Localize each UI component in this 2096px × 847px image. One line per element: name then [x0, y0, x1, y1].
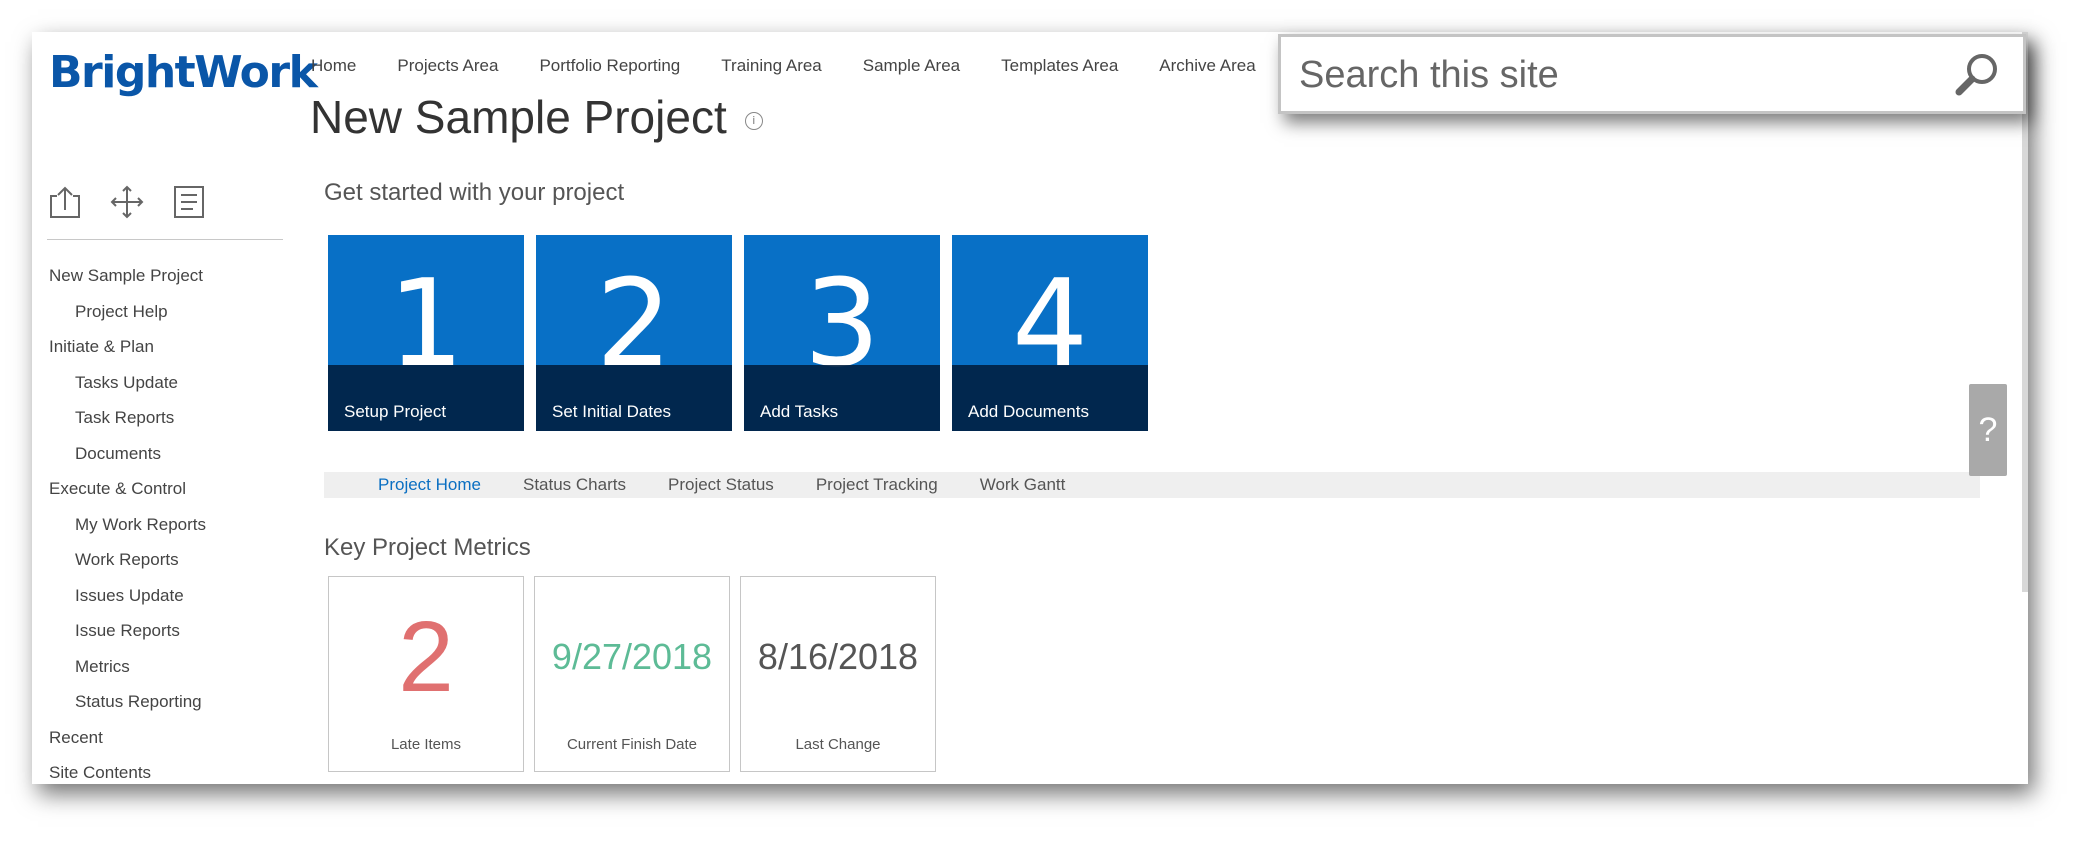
sidebar-item-new-sample-project[interactable]: New Sample Project	[49, 258, 206, 294]
get-started-tiles: 1 Setup Project 2 Set Initial Dates 3 Add Tas…	[328, 235, 1148, 431]
tab-project-tracking[interactable]: Project Tracking	[816, 475, 938, 495]
metric-value: 9/27/2018	[551, 636, 713, 677]
tab-work-gantt[interactable]: Work Gantt	[980, 475, 1066, 495]
info-icon[interactable]: i	[744, 112, 763, 130]
sidebar-item-tasks-update[interactable]: Tasks Update	[49, 365, 206, 401]
top-nav-training-area[interactable]: Training Area	[721, 56, 821, 76]
page-title: New Sample Project	[310, 91, 727, 143]
brightwork-logo[interactable]: BrightWork	[49, 47, 318, 98]
vertical-scrollbar[interactable]	[2022, 32, 2028, 592]
list-icon[interactable]	[171, 184, 207, 220]
tile-add-documents[interactable]: 4 Add Documents	[952, 235, 1148, 431]
sidebar-item-site-contents[interactable]: Site Contents	[49, 755, 206, 784]
sidebar-item-my-work-reports[interactable]: My Work Reports	[49, 507, 206, 543]
tab-project-status[interactable]: Project Status	[668, 475, 774, 495]
sidebar-item-project-help[interactable]: Project Help	[49, 294, 206, 330]
tile-add-tasks[interactable]: 3 Add Tasks	[744, 235, 940, 431]
help-button[interactable]: ?	[1969, 384, 2007, 476]
search-icon[interactable]	[1953, 49, 2003, 99]
sidebar-item-issues-update[interactable]: Issues Update	[49, 578, 206, 614]
tab-project-home[interactable]: Project Home	[378, 475, 481, 495]
page-title-container: New Sample Project i	[310, 90, 763, 144]
metric-value: 8/16/2018	[757, 636, 919, 677]
search-input[interactable]	[1297, 47, 1941, 103]
sharepoint-window: BrightWork Home Projects Area Portfolio Re…	[32, 32, 2028, 784]
metric-card-current-finish-date[interactable]: 9/27/2018 Current Finish Date	[534, 576, 730, 772]
top-navigation: Home Projects Area Portfolio Reporting Trai…	[311, 56, 1297, 76]
tile-set-initial-dates[interactable]: 2 Set Initial Dates	[536, 235, 732, 431]
metric-caption: Late Items	[390, 736, 462, 753]
metric-card-late-items[interactable]: 2 Late Items	[328, 576, 524, 772]
top-nav-home[interactable]: Home	[311, 56, 356, 76]
top-nav-archive-area[interactable]: Archive Area	[1159, 56, 1255, 76]
top-nav-templates-area[interactable]: Templates Area	[1001, 56, 1118, 76]
top-nav-portfolio-reporting[interactable]: Portfolio Reporting	[539, 56, 680, 76]
tile-label: Add Documents	[968, 402, 1089, 421]
metric-value: 2	[398, 600, 454, 713]
sidebar-item-task-reports[interactable]: Task Reports	[49, 400, 206, 436]
sidebar-item-metrics[interactable]: Metrics	[49, 649, 206, 685]
sidebar-item-recent[interactable]: Recent	[49, 720, 206, 756]
tile-label: Setup Project	[344, 402, 447, 421]
key-metrics-heading: Key Project Metrics	[324, 534, 531, 561]
tile-setup-project[interactable]: 1 Setup Project	[328, 235, 524, 431]
tile-label: Set Initial Dates	[552, 402, 672, 421]
move-icon[interactable]	[109, 184, 145, 220]
sidebar-item-work-reports[interactable]: Work Reports	[49, 542, 206, 578]
sidebar-item-documents[interactable]: Documents	[49, 436, 206, 472]
upload-icon[interactable]	[47, 184, 83, 220]
sidebar-item-status-reporting[interactable]: Status Reporting	[49, 684, 206, 720]
metric-card-last-change[interactable]: 8/16/2018 Last Change	[740, 576, 936, 772]
sidebar-item-issue-reports[interactable]: Issue Reports	[49, 613, 206, 649]
tile-label: Add Tasks	[760, 402, 839, 421]
sidebar-item-execute-and-control[interactable]: Execute & Control	[49, 471, 206, 507]
get-started-heading: Get started with your project	[324, 179, 625, 206]
sidebar-item-initiate-and-plan[interactable]: Initiate & Plan	[49, 329, 206, 365]
quick-launch-nav: New Sample Project Project Help Initiate &…	[49, 258, 206, 784]
site-search-box	[1278, 34, 2026, 114]
metric-caption: Last Change	[795, 736, 881, 753]
tab-status-charts[interactable]: Status Charts	[523, 475, 626, 495]
metric-caption: Current Finish Date	[566, 736, 698, 753]
page-toolbar	[47, 184, 207, 220]
dashboard-tab-bar: Project Home Status Charts Project Status P…	[324, 472, 1980, 498]
key-metrics: 2 Late Items 9/27/2018 Current Finish Date 8…	[328, 576, 936, 772]
top-nav-sample-area[interactable]: Sample Area	[863, 56, 960, 76]
sidebar-divider	[47, 239, 283, 240]
top-nav-projects-area[interactable]: Projects Area	[397, 56, 498, 76]
